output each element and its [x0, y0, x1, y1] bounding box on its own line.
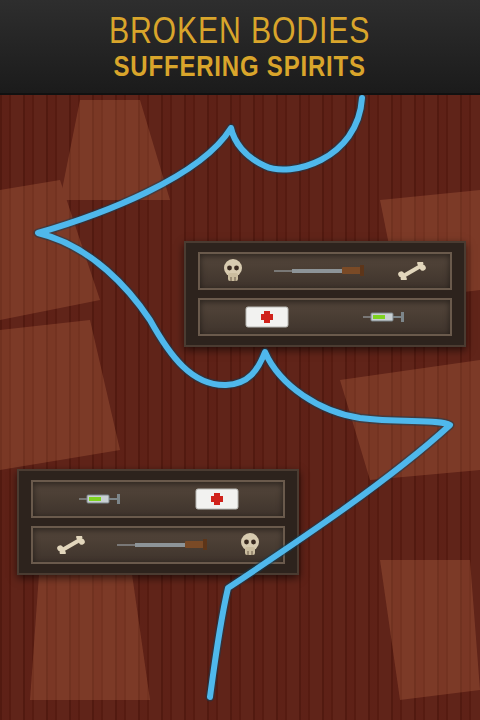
coffin-compartment[interactable]: [198, 298, 452, 336]
long-syringe-icon[interactable]: [115, 538, 211, 552]
rope[interactable]: [0, 95, 480, 720]
green-syringe-icon[interactable]: [362, 309, 406, 325]
bone-icon[interactable]: [396, 262, 428, 280]
bone-icon[interactable]: [55, 536, 87, 554]
skull-icon[interactable]: [239, 532, 261, 558]
game-title: BROKEN BODIES: [109, 12, 370, 50]
long-syringe-icon[interactable]: [272, 264, 368, 278]
coffin-compartment[interactable]: [198, 252, 452, 290]
coffin[interactable]: [17, 469, 299, 575]
bandage-icon[interactable]: [195, 487, 239, 511]
game-subtitle: SUFFERING SPIRITS: [114, 50, 366, 82]
skull-icon[interactable]: [222, 258, 244, 284]
game-board[interactable]: [0, 95, 480, 720]
title-bar: BROKEN BODIESSUFFERING SPIRITS: [0, 0, 480, 95]
coffin-compartment[interactable]: [31, 480, 285, 518]
coffin[interactable]: [184, 241, 466, 347]
green-syringe-icon[interactable]: [78, 491, 122, 507]
light-beams: [0, 95, 480, 720]
coffin-compartment[interactable]: [31, 526, 285, 564]
bandage-icon[interactable]: [245, 305, 289, 329]
